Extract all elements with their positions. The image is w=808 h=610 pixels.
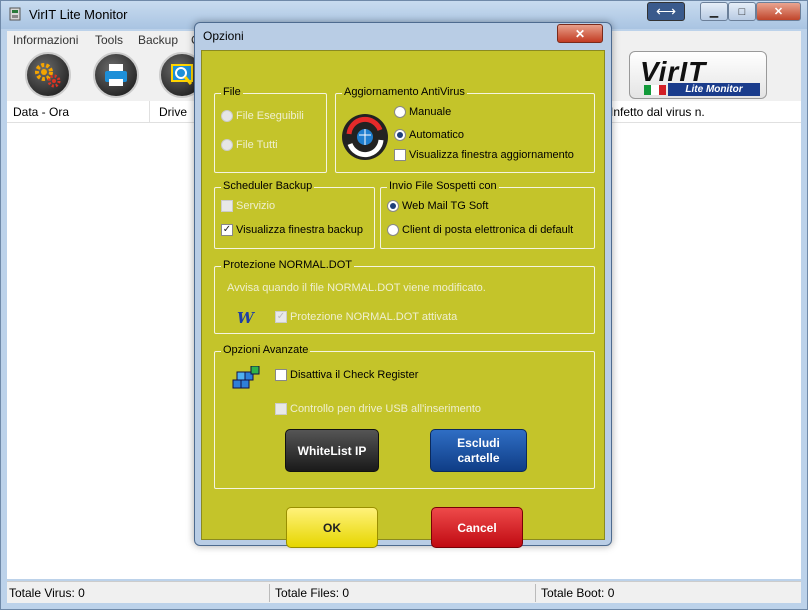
ok-button[interactable]: OK xyxy=(286,507,378,548)
radio-button[interactable] xyxy=(221,139,233,151)
close-button[interactable]: ✕ xyxy=(756,2,801,21)
file-group-title: File xyxy=(221,86,243,98)
option-label: Visualizza finestra aggiornamento xyxy=(409,149,574,161)
update-automatic-option[interactable]: Automatico xyxy=(394,129,464,141)
menu-informazioni[interactable]: Informazioni xyxy=(13,33,78,47)
checkbox[interactable] xyxy=(275,369,287,381)
checkbox-checked[interactable]: ✓ xyxy=(275,311,287,323)
normal-dot-protection-option[interactable]: ✓ Protezione NORMAL.DOT attivata xyxy=(275,311,457,323)
option-label: Manuale xyxy=(409,106,452,118)
advanced-options-group: Opzioni Avanzate Disattiva il Check Regi… xyxy=(214,344,595,489)
status-divider xyxy=(269,584,270,602)
send-suspicious-group: Invio File Sospetti con Web Mail TG Soft… xyxy=(380,180,595,249)
menu-tools[interactable]: Tools xyxy=(95,33,123,47)
exclude-folders-button[interactable]: Escludi cartelle xyxy=(430,429,527,472)
dialog-body: File File Eseguibili File Tutti Aggiorna… xyxy=(201,50,605,548)
send-group-title: Invio File Sospetti con xyxy=(387,180,499,192)
send-webmail-option[interactable]: Web Mail TG Soft xyxy=(387,200,488,212)
file-all-option[interactable]: File Tutti xyxy=(221,139,278,151)
status-total-files: Totale Files: 0 xyxy=(275,586,350,600)
checkbox[interactable] xyxy=(275,403,287,415)
usb-control-option[interactable]: Controllo pen drive USB all'inserimento xyxy=(275,403,481,415)
radio-button-selected[interactable] xyxy=(387,200,399,212)
column-drive[interactable]: Drive xyxy=(159,105,187,119)
advanced-group-title: Opzioni Avanzate xyxy=(221,344,311,356)
option-label: Controllo pen drive USB all'inserimento xyxy=(290,403,482,415)
update-group-title: Aggiornamento AntiVirus xyxy=(342,86,467,98)
file-executable-option[interactable]: File Eseguibili xyxy=(221,110,304,122)
antivirus-update-group: Aggiornamento AntiVirus Manuale Automati… xyxy=(335,86,595,173)
print-tool-button[interactable] xyxy=(93,52,139,98)
option-label: Automatico xyxy=(409,129,465,141)
cancel-button[interactable]: Cancel xyxy=(431,507,523,548)
backup-scheduler-group: Scheduler Backup Servizio ✓ Visualizza f… xyxy=(214,180,375,249)
column-divider[interactable] xyxy=(149,101,150,123)
status-divider xyxy=(535,584,536,602)
checkbox-checked[interactable]: ✓ xyxy=(221,224,233,236)
option-label: File Eseguibili xyxy=(236,110,304,122)
registry-cubes-icon xyxy=(232,366,260,389)
update-manual-option[interactable]: Manuale xyxy=(394,106,451,118)
backup-group-title: Scheduler Backup xyxy=(221,180,315,192)
resize-arrows-icon[interactable]: ⟷ xyxy=(647,2,685,21)
status-total-boot: Totale Boot: 0 xyxy=(541,586,615,600)
option-label: Protezione NORMAL.DOT attivata xyxy=(290,311,458,323)
checkbox[interactable] xyxy=(394,149,406,161)
checkbox[interactable] xyxy=(221,200,233,212)
maximize-button[interactable]: □ xyxy=(728,2,756,21)
italy-flag-icon xyxy=(644,85,666,95)
status-bar: Totale Virus: 0 Totale Files: 0 Totale B… xyxy=(7,581,801,603)
logo-subtitle: Lite Monitor xyxy=(668,83,760,96)
file-group: File File Eseguibili File Tutti xyxy=(214,86,327,173)
minimize-button[interactable]: ▁ xyxy=(700,2,728,21)
menu-backup[interactable]: Backup xyxy=(138,33,178,47)
option-label: Disattiva il Check Register xyxy=(290,369,419,381)
option-label: Client di posta elettronica di default xyxy=(402,224,574,236)
backup-show-window-option[interactable]: ✓ Visualizza finestra backup xyxy=(221,224,363,236)
settings-tool-button[interactable] xyxy=(25,52,71,98)
update-globe-icon xyxy=(342,114,388,160)
normal-group-title: Protezione NORMAL.DOT xyxy=(221,259,354,271)
radio-button[interactable] xyxy=(221,110,233,122)
gears-icon xyxy=(35,63,61,88)
column-virus[interactable]: Infetto dal virus n. xyxy=(610,105,705,119)
status-total-virus: Totale Virus: 0 xyxy=(9,586,85,600)
options-dialog: Opzioni ✕ File File Eseguibili File Tutt… xyxy=(194,22,612,548)
radio-button[interactable] xyxy=(394,106,406,118)
whitelist-ip-button[interactable]: WhiteList IP xyxy=(285,429,379,472)
app-icon xyxy=(9,7,21,21)
word-icon: W xyxy=(237,309,254,327)
option-label: Visualizza finestra backup xyxy=(236,224,363,236)
printer-icon xyxy=(105,64,127,86)
scan-icon xyxy=(171,64,193,85)
virit-logo-button[interactable]: VirIT Lite Monitor xyxy=(629,51,767,99)
option-label: Web Mail TG Soft xyxy=(402,200,489,212)
update-show-window-option[interactable]: Visualizza finestra aggiornamento xyxy=(394,149,574,161)
radio-button[interactable] xyxy=(387,224,399,236)
dialog-title: Opzioni xyxy=(203,29,244,43)
normal-dot-note: Avvisa quando il file NORMAL.DOT viene m… xyxy=(227,282,486,294)
send-client-option[interactable]: Client di posta elettronica di default xyxy=(387,224,573,236)
window-title: VirIT Lite Monitor xyxy=(29,7,128,22)
option-label: Servizio xyxy=(236,200,276,212)
normal-dot-group: Protezione NORMAL.DOT Avvisa quando il f… xyxy=(214,259,595,334)
disable-check-register-option[interactable]: Disattiva il Check Register xyxy=(275,369,418,381)
backup-service-option[interactable]: Servizio xyxy=(221,200,275,212)
column-date[interactable]: Data - Ora xyxy=(13,105,69,119)
radio-button-selected[interactable] xyxy=(394,129,406,141)
option-label: File Tutti xyxy=(236,139,278,151)
dialog-close-button[interactable]: ✕ xyxy=(557,24,603,43)
